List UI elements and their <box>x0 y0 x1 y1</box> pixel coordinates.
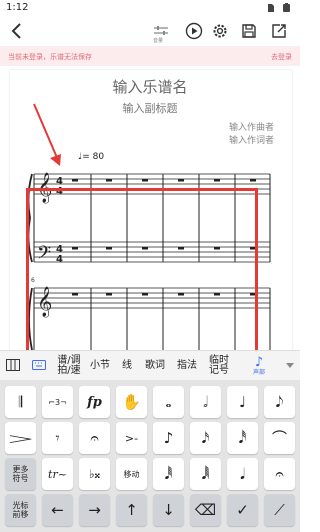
key-fermata[interactable]: 𝄐 <box>79 422 110 454</box>
warning-message: 当前未登录，乐谱无法保存 <box>8 53 92 61</box>
mixer-label: 音量 <box>153 38 164 44</box>
back-button[interactable] <box>6 20 28 42</box>
export-button[interactable] <box>268 20 290 42</box>
key-tuplet[interactable]: ⌐3¬ <box>42 386 73 418</box>
save-icon <box>242 24 256 38</box>
back-arrow-icon <box>11 23 21 39</box>
key-eighth-note[interactable]: 𝅘𝅥𝅮 <box>264 386 295 418</box>
key-64th[interactable]: 𝅘𝅥𝅱 <box>153 458 184 490</box>
key-collapse[interactable]: ⟋ <box>264 494 295 526</box>
key-thirty-second[interactable]: 𝅘𝅥𝅰 <box>227 422 258 454</box>
key-whole-note[interactable]: 𝅝 <box>153 386 184 418</box>
key-accent[interactable]: >- <box>116 422 147 454</box>
key-stem-note[interactable]: 𝅘𝅥 <box>227 458 258 490</box>
status-bar: 1:12 <box>0 0 300 16</box>
mode-tab-accidental[interactable]: 临时 记号 <box>204 351 234 381</box>
key-dynamics[interactable]: fp <box>79 386 110 418</box>
battery-icon <box>283 3 290 12</box>
export-icon <box>272 24 286 38</box>
voice-label: 声部 <box>252 369 265 376</box>
key-confirm[interactable]: ✓ <box>227 494 258 526</box>
annotation-arrow <box>33 103 61 166</box>
key-gesture[interactable]: ✋ <box>116 386 147 418</box>
key-more-symbols[interactable]: 更多 符号 <box>5 458 36 490</box>
mode-tab-measure[interactable]: 小节 <box>86 351 114 381</box>
key-move[interactable]: 移动 <box>116 458 147 490</box>
key-trill[interactable]: tr~ <box>42 458 73 490</box>
notation-keyboard: 𝄂 ⌐3¬ fp ✋ 𝅝 𝅗𝅥 ♩ 𝅘𝅥𝅮 𝆓 𝄾 𝄐 >- ♪ 𝅘𝅥𝅯 𝅘𝅥𝅰… <box>0 380 300 532</box>
save-button[interactable] <box>238 20 260 42</box>
keyboard-icon[interactable] <box>32 359 46 371</box>
key-grace-note[interactable]: 𝆓 <box>5 422 36 454</box>
annotation-highlight-box <box>26 188 258 350</box>
status-time: 1:12 <box>6 2 29 13</box>
key-cursor-back[interactable]: 光标 前移 <box>5 494 36 526</box>
score-canvas[interactable]: 输入乐谱名 输入副标题 输入作曲者 输入作词者 ♩= 80 𝄞 𝄢 4 4 4 … <box>0 66 300 350</box>
key-quarter-note[interactable]: ♩ <box>227 386 258 418</box>
login-warning-bar: 当前未登录，乐谱无法保存 去登录 <box>0 46 300 66</box>
key-tremolo[interactable]: 𝄂 <box>5 386 36 418</box>
mode-tab-lyrics[interactable]: 歌词 <box>140 351 170 381</box>
play-button[interactable] <box>183 20 205 42</box>
key-down-arrow[interactable]: ↓ <box>153 494 184 526</box>
key-backspace[interactable]: ⌫ <box>190 494 221 526</box>
key-accidentals[interactable]: ♭𝄪 <box>79 458 110 490</box>
key-right-arrow[interactable]: → <box>79 494 110 526</box>
input-mode-bar: 谱/调 拍/速 小节 线 歌词 指法 临时 记号 ♪ 声部 <box>0 350 300 380</box>
mode-tab-key-beat[interactable]: 谱/调 拍/速 <box>54 351 84 381</box>
mode-tab-fingering[interactable]: 指法 <box>172 351 202 381</box>
key-half-note[interactable]: 𝅗𝅥 <box>190 386 221 418</box>
sim-card-icon <box>268 4 274 12</box>
key-fermata-alt[interactable]: 𝄐 <box>264 458 295 490</box>
top-toolbar: 音量 <box>0 16 300 46</box>
chevron-down-icon[interactable] <box>286 363 294 368</box>
key-up-arrow[interactable]: ↑ <box>116 494 147 526</box>
voice-note-icon: ♪ <box>254 355 264 370</box>
key-eighth[interactable]: ♪ <box>153 422 184 454</box>
key-rest[interactable]: 𝄾 <box>42 422 73 454</box>
key-left-arrow[interactable]: ← <box>42 494 73 526</box>
login-link[interactable]: 去登录 <box>271 52 292 62</box>
mode-tab-voice[interactable]: ♪ 声部 <box>244 351 274 381</box>
key-128th[interactable]: 𝅘𝅥𝅲 <box>190 458 221 490</box>
key-sixteenth[interactable]: 𝅘𝅥𝅯 <box>190 422 221 454</box>
settings-gear-icon <box>213 24 227 38</box>
piano-keys-icon[interactable] <box>6 359 20 371</box>
play-icon <box>185 22 203 40</box>
settings-button[interactable] <box>209 20 231 42</box>
key-tie[interactable]: ⌒ <box>264 422 295 454</box>
mode-tab-line[interactable]: 线 <box>116 351 138 381</box>
